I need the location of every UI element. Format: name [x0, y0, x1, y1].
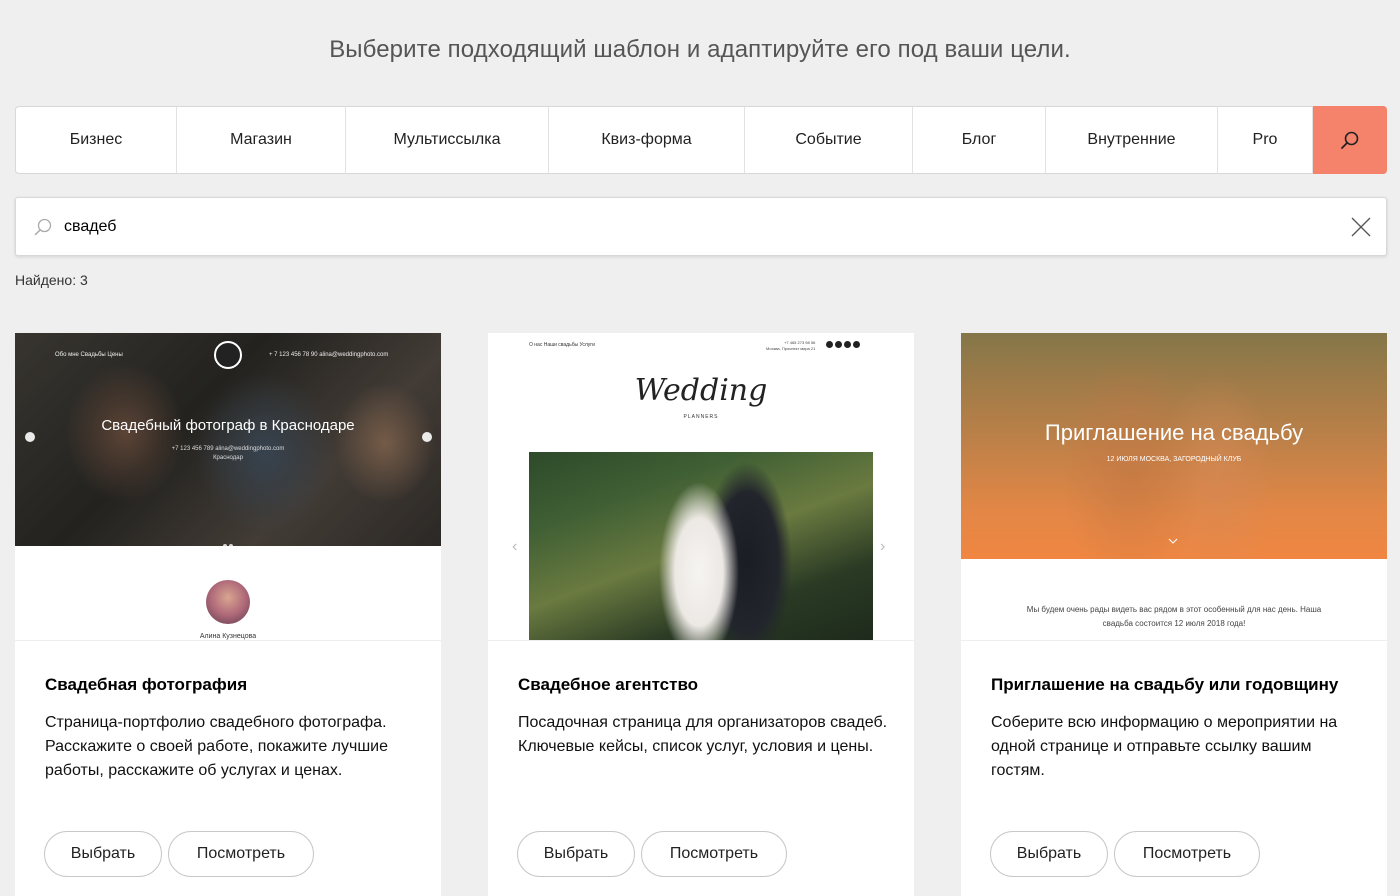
- slider-dots: [222, 535, 234, 553]
- card-description: Страница-портфолио свадебного фотографа.…: [45, 714, 388, 779]
- choose-button[interactable]: Выбрать: [517, 831, 635, 877]
- tab-internal[interactable]: Внутренние: [1046, 107, 1218, 173]
- template-card: О нас Наши свадьбы Услуги +7 465 273 98 …: [488, 333, 914, 896]
- template-card: Приглашение на свадьбу 12 ИЮЛЯ МОСКВА, З…: [961, 333, 1387, 896]
- chevron-left-icon: ‹: [512, 538, 518, 555]
- card-description: Посадочная страница для организаторов св…: [518, 714, 888, 755]
- tab-pro[interactable]: Pro: [1218, 107, 1313, 173]
- preview-person-name: Алина Кузнецова: [199, 633, 257, 640]
- chevron-down-icon: [1168, 538, 1178, 544]
- prev-arrow-icon: [25, 432, 35, 442]
- view-button[interactable]: Посмотреть: [168, 831, 314, 877]
- tab-quiz-form[interactable]: Квиз-форма: [549, 107, 745, 173]
- view-button[interactable]: Посмотреть: [1114, 831, 1260, 877]
- chevron-right-icon: ›: [880, 538, 886, 555]
- template-preview[interactable]: О нас Наши свадьбы Услуги +7 465 273 98 …: [488, 333, 914, 641]
- card-title: Свадебная фотография: [45, 675, 248, 694]
- results-count: Найдено: 3: [15, 272, 88, 288]
- preview-contacts: + 7 123 456 78 90 alina@weddingphoto.com: [269, 352, 389, 358]
- choose-button[interactable]: Выбрать: [990, 831, 1108, 877]
- card-description: Соберите всю информацию о мероприятии на…: [991, 714, 1338, 779]
- next-arrow-icon: [422, 432, 432, 442]
- preview-contacts: +7 465 273 98 56 Москва, Проспект мира 2…: [766, 340, 816, 351]
- preview-heading: Свадебный фотограф в Краснодаре: [101, 417, 355, 434]
- search-toggle-button[interactable]: [1313, 106, 1387, 174]
- card-title: Приглашение на свадьбу или годовщину: [991, 675, 1339, 694]
- preview-nav: О нас Наши свадьбы Услуги: [529, 342, 595, 348]
- category-tabs: Бизнес Магазин Мультиссылка Квиз-форма С…: [15, 106, 1387, 174]
- tab-business[interactable]: Бизнес: [16, 107, 177, 173]
- tab-shop[interactable]: Магазин: [177, 107, 346, 173]
- preview-logo-sub: PLANNERS: [683, 414, 719, 420]
- search-input[interactable]: [64, 212, 1314, 242]
- template-preview[interactable]: Обо мне Свадьбы Цены + 7 123 456 78 90 a…: [15, 333, 441, 641]
- close-icon[interactable]: [1351, 217, 1371, 237]
- social-icons: [826, 341, 860, 348]
- avatar: [206, 580, 250, 624]
- template-card: Обо мне Свадьбы Цены + 7 123 456 78 90 a…: [15, 333, 441, 896]
- preview-logo: Wedding: [634, 373, 768, 408]
- choose-button[interactable]: Выбрать: [44, 831, 162, 877]
- search-icon: [1341, 131, 1359, 149]
- card-title: Свадебное агентство: [518, 675, 699, 694]
- view-button[interactable]: Посмотреть: [641, 831, 787, 877]
- page-headline: Выберите подходящий шаблон и адаптируйте…: [329, 36, 1071, 63]
- logo-icon: [214, 341, 242, 369]
- preview-nav: Обо мне Свадьбы Цены: [55, 352, 123, 358]
- tab-blog[interactable]: Блог: [913, 107, 1046, 173]
- tab-multilink[interactable]: Мультиссылка: [346, 107, 549, 173]
- preview-subtext: +7 123 456 789 alina@weddingphoto.com Кр…: [171, 446, 285, 461]
- preview-photo: [529, 452, 873, 640]
- template-preview[interactable]: Приглашение на свадьбу 12 ИЮЛЯ МОСКВА, З…: [961, 333, 1387, 641]
- preview-date: 12 ИЮЛЯ МОСКВА, ЗАГОРОДНЫЙ КЛУБ: [1106, 456, 1242, 463]
- tab-event[interactable]: Событие: [745, 107, 913, 173]
- search-icon: [34, 218, 52, 236]
- preview-text: Мы будем очень рады видеть вас рядом в э…: [1026, 605, 1322, 628]
- search-box: [15, 197, 1387, 256]
- preview-heading: Приглашение на свадьбу: [1044, 420, 1304, 445]
